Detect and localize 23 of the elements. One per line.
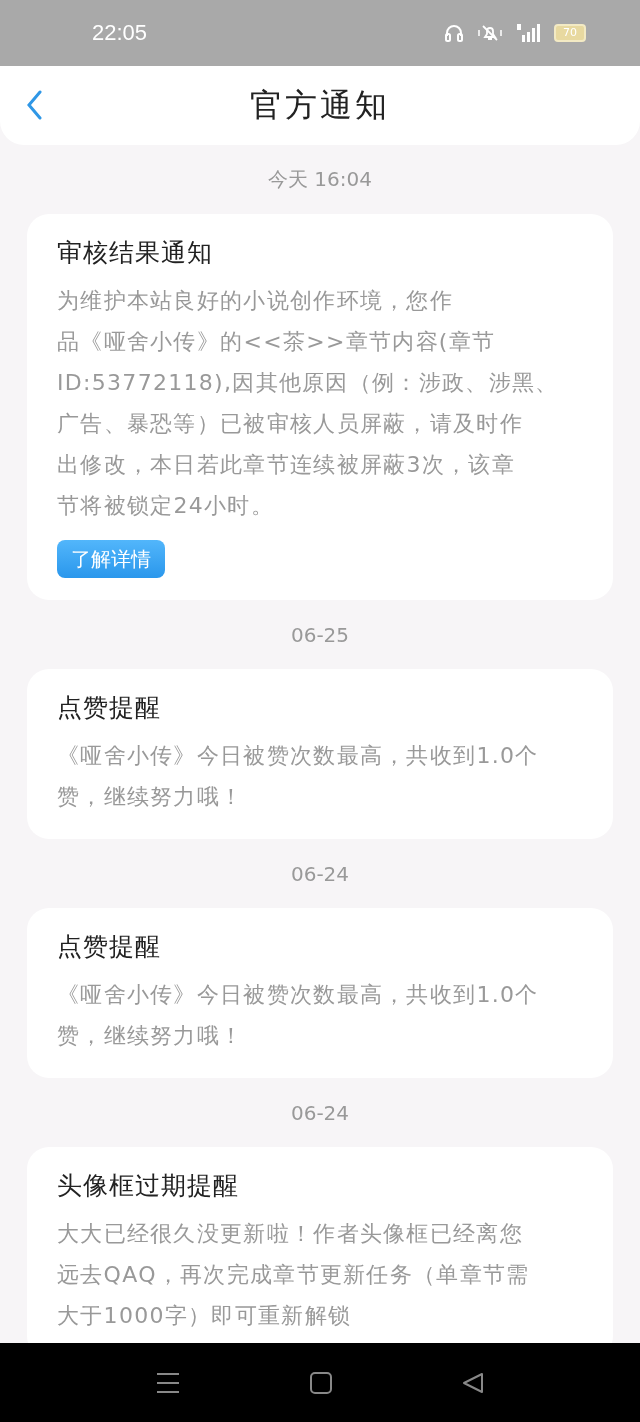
notice-text: 大大已经很久没更新啦！作者头像框已经离您 远去QAQ，再次完成章节更新任务（单章节需 大于1000字）即可重新解锁 bbox=[57, 1220, 531, 1330]
clock: 22:05 bbox=[92, 20, 148, 46]
signal-icon bbox=[516, 23, 542, 43]
notice-title: 点赞提醒 bbox=[57, 692, 162, 724]
headphones-icon bbox=[444, 24, 464, 42]
date-label: 06-24 bbox=[290, 860, 350, 888]
back-triangle-icon[interactable] bbox=[462, 1371, 484, 1394]
notice-title: 点赞提醒 bbox=[57, 931, 162, 963]
home-icon[interactable] bbox=[310, 1371, 332, 1394]
notice-text: 《哑舍小传》今日被赞次数最高，共收到1.0个 赞，继续努力哦！ bbox=[57, 981, 540, 1050]
menu-icon[interactable] bbox=[156, 1371, 180, 1394]
notice-title: 审核结果通知 bbox=[57, 237, 214, 269]
battery-indicator: 70 bbox=[554, 24, 586, 42]
notice-title: 头像框过期提醒 bbox=[57, 1170, 240, 1202]
muted-bell-icon bbox=[476, 24, 504, 42]
notice-text: 为维护本站良好的小说创作环境，您作 品《哑舍小传》的<<茶>>章节内容(章节 ID:53772118),因其他原因（例：涉政、涉黑、 广告、暴恐等）已被审核人员屏蔽，请及时作 出修改，本日若此章节连续被屏蔽3次，该章 节将被锁定24小时。 bbox=[57, 287, 560, 520]
back-icon[interactable] bbox=[26, 90, 42, 120]
date-label: 今天 16:04 bbox=[268, 166, 372, 193]
date-label: 06-25 bbox=[290, 621, 350, 649]
page-title: 官方通知 bbox=[250, 84, 390, 126]
date-label: 06-24 bbox=[290, 1099, 350, 1127]
notice-text: 《哑舍小传》今日被赞次数最高，共收到1.0个 赞，继续努力哦！ bbox=[57, 742, 540, 811]
details-button[interactable]: 了解详情 bbox=[57, 540, 165, 578]
